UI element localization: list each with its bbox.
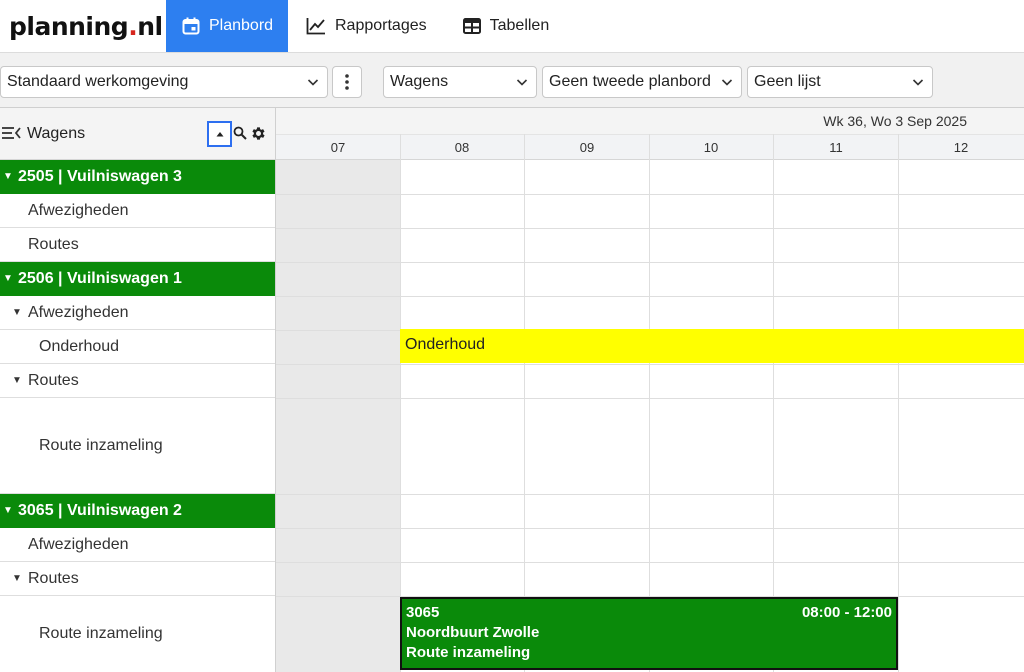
- group-row-label: 2506 | Vuilniswagen 1: [18, 269, 182, 287]
- caret-down-icon[interactable]: ▼: [3, 171, 13, 182]
- row-gridline: [276, 364, 1024, 365]
- hour-label: 11: [829, 140, 843, 155]
- workspace-select-value: Standaard werkomgeving: [7, 73, 189, 90]
- chevron-down-icon: [307, 79, 319, 86]
- sub-row-afwezigheden[interactable]: Afwezigheden: [0, 194, 275, 228]
- group-row-vuilniswagen-2[interactable]: ▼ 3065 | Vuilniswagen 2: [0, 494, 275, 528]
- hour-gridline: [649, 134, 650, 672]
- group-row-label: 3065 | Vuilniswagen 2: [18, 501, 182, 519]
- board-select[interactable]: Wagens: [383, 66, 537, 98]
- caret-down-icon[interactable]: ▼: [12, 307, 22, 318]
- group-row-label: 2505 | Vuilniswagen 3: [18, 167, 182, 185]
- search-icon[interactable]: [233, 126, 247, 145]
- logo-tld: nl: [137, 11, 163, 41]
- caret-down-icon[interactable]: ▼: [3, 273, 13, 284]
- tab-rapportages-label: Rapportages: [335, 17, 427, 34]
- event-time: 08:00 - 12:00: [801, 604, 892, 621]
- row-gridline: [276, 262, 1024, 263]
- resource-panel-header: Wagens: [0, 108, 275, 160]
- row-gridline: [276, 228, 1024, 229]
- hour-label: 10: [703, 140, 719, 155]
- logo-text: planning: [9, 11, 129, 41]
- hour-label: 09: [579, 140, 595, 155]
- hour-gridline: [898, 134, 899, 672]
- row-label: Afwezigheden: [28, 535, 129, 553]
- sub-row-afwezigheden[interactable]: ▼ Afwezigheden: [0, 296, 275, 330]
- tab-tabellen-label: Tabellen: [489, 17, 550, 34]
- hour-label: 12: [953, 140, 969, 155]
- row-label: Afwezigheden: [28, 303, 129, 321]
- chevron-down-icon: [721, 79, 733, 86]
- logo-dot: .: [128, 11, 138, 41]
- leaf-row-route-inzameling[interactable]: Route inzameling: [0, 398, 275, 494]
- hour-gridline: [773, 134, 774, 672]
- gear-icon[interactable]: [250, 125, 267, 147]
- sub-row-routes[interactable]: ▼ Routes: [0, 562, 275, 596]
- hours-header: 07 08 09 10 11 12: [276, 134, 1024, 160]
- tab-rapportages[interactable]: Rapportages: [288, 0, 445, 52]
- second-board-select[interactable]: Geen tweede planbord: [542, 66, 742, 98]
- date-label: Wk 36, Wo 3 Sep 2025: [823, 113, 967, 129]
- calendar-icon: [182, 17, 200, 35]
- second-board-select-value: Geen tweede planbord: [549, 73, 711, 90]
- workspace-select[interactable]: Standaard werkomgeving: [0, 66, 328, 98]
- tab-tabellen[interactable]: Tabellen: [445, 0, 568, 52]
- caret-down-icon[interactable]: ▼: [3, 505, 13, 516]
- event-label: Onderhoud: [405, 336, 486, 353]
- line-chart-icon: [306, 17, 326, 35]
- tab-planbord[interactable]: Planbord: [166, 0, 288, 52]
- planning-grid: Wk 36, Wo 3 Sep 2025 07 08 09 10 11 12 O…: [276, 108, 1024, 672]
- toolbar: Standaard werkomgeving Wagens Geen tweed…: [0, 52, 1024, 108]
- list-select-value: Geen lijst: [754, 73, 821, 90]
- row-label: Route inzameling: [39, 436, 163, 454]
- caret-up-icon: [216, 132, 223, 137]
- leaf-row-onderhoud[interactable]: Onderhoud: [0, 330, 275, 364]
- hour-gridline: [400, 134, 401, 672]
- chevron-down-icon: [912, 79, 924, 86]
- board-select-value: Wagens: [390, 73, 449, 90]
- table-icon: [462, 18, 481, 34]
- row-label: Routes: [28, 235, 79, 253]
- hour-gridline: [524, 134, 525, 672]
- row-gridline: [276, 194, 1024, 195]
- date-header: Wk 36, Wo 3 Sep 2025: [276, 108, 1024, 134]
- hour-label: 07: [330, 140, 346, 155]
- tab-planbord-label: Planbord: [209, 17, 274, 34]
- workspace-options-button[interactable]: [332, 66, 362, 98]
- event-type: Route inzameling: [406, 644, 531, 661]
- hour-label: 08: [454, 140, 470, 155]
- list-select[interactable]: Geen lijst: [747, 66, 933, 98]
- group-row-vuilniswagen-3[interactable]: ▼ 2505 | Vuilniswagen 3: [0, 160, 275, 194]
- row-gridline: [276, 494, 1024, 495]
- row-label: Afwezigheden: [28, 201, 129, 219]
- row-gridline: [276, 562, 1024, 563]
- caret-down-icon[interactable]: ▼: [12, 573, 22, 584]
- route-event[interactable]: 3065 08:00 - 12:00 Noordbuurt Zwolle Rou…: [400, 597, 898, 670]
- chevron-down-icon: [516, 79, 528, 86]
- row-gridline: [276, 398, 1024, 399]
- planning-logo[interactable]: planning. nl: [0, 0, 166, 52]
- row-gridline: [276, 296, 1024, 297]
- event-location: Noordbuurt Zwolle: [406, 624, 540, 641]
- sub-row-routes[interactable]: Routes: [0, 228, 275, 262]
- sub-row-routes[interactable]: ▼ Routes: [0, 364, 275, 398]
- collapse-menu-icon[interactable]: [2, 126, 22, 145]
- maintenance-event[interactable]: Onderhoud: [400, 329, 1024, 363]
- resource-panel-title: Wagens: [27, 125, 86, 142]
- row-label: Route inzameling: [39, 625, 163, 642]
- top-navigation: planning. nl Planbord Rapportages Tabelle…: [0, 0, 1024, 52]
- row-label: Routes: [28, 569, 79, 587]
- leaf-row-route-inzameling[interactable]: Route inzameling: [0, 596, 275, 672]
- caret-down-icon[interactable]: ▼: [12, 375, 22, 386]
- resource-panel: Wagens ▼ 2505 | Vuilniswagen 3 Afwezighe…: [0, 108, 276, 672]
- sort-button[interactable]: [207, 121, 232, 147]
- row-gridline: [276, 528, 1024, 529]
- sub-row-afwezigheden[interactable]: Afwezigheden: [0, 528, 275, 562]
- row-label: Routes: [28, 371, 79, 389]
- row-label: Onderhoud: [39, 337, 120, 355]
- kebab-menu-icon: [345, 74, 349, 90]
- group-row-vuilniswagen-1[interactable]: ▼ 2506 | Vuilniswagen 1: [0, 262, 275, 296]
